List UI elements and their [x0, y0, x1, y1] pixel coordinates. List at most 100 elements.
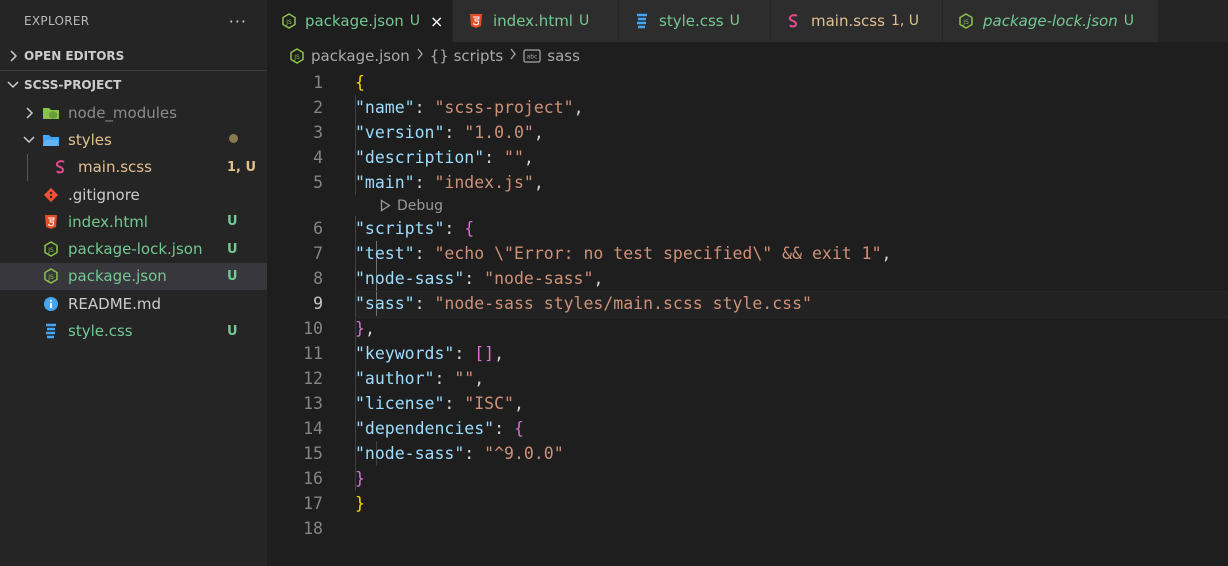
breadcrumb-scripts[interactable]: {} scripts	[430, 47, 503, 65]
project-section[interactable]: SCSS-PROJECT	[0, 71, 267, 99]
svg-text:JS: JS	[47, 247, 54, 254]
tree-item-label: style.css	[68, 322, 133, 341]
chevron-down-icon	[22, 135, 36, 145]
tree-item-main-scss[interactable]: main.scss 1, U	[0, 153, 267, 181]
tree-item-node-modules[interactable]: node_modules	[0, 99, 267, 126]
tree-item-badge: U	[227, 268, 238, 284]
code-line: 3 "version": "1.0.0",	[313, 123, 544, 142]
css3-icon	[633, 12, 651, 30]
code-line-current: 9 "sass": "node-sass styles/main.scss st…	[267, 291, 1228, 318]
tree-item-index-html[interactable]: index.html U	[0, 208, 267, 235]
tab-package-lock-json[interactable]: JS package-lock.json U	[943, 0, 1159, 42]
tree-item-styles[interactable]: styles	[0, 126, 267, 153]
code-line: 14 "dependencies": {	[303, 419, 524, 438]
code-line: 10 },	[303, 319, 375, 338]
tab-package-json[interactable]: JS package.json U ×	[267, 0, 453, 42]
tree-item-gitignore[interactable]: .gitignore	[0, 181, 267, 208]
code-editor[interactable]: 1{ 2 "name": "scss-project", 3 "version"…	[267, 70, 1228, 566]
node-folder-icon	[42, 104, 60, 122]
breadcrumb: JS package.json {} scripts abc sass	[267, 42, 1228, 70]
explorer-title: EXPLORER	[24, 14, 90, 28]
tree-item-style-css[interactable]: style.css U	[0, 317, 267, 344]
close-icon[interactable]: ×	[430, 12, 443, 31]
svg-text:JS: JS	[962, 19, 969, 26]
tab-badge: U	[578, 13, 590, 29]
tree-item-badge: U	[227, 323, 238, 339]
debug-codelens[interactable]: Debug	[267, 195, 1228, 216]
chevron-right-icon	[416, 48, 424, 64]
nodejs-icon: JS	[281, 12, 297, 30]
html5-icon	[467, 12, 485, 30]
modified-dot	[227, 132, 267, 147]
nodejs-icon: JS	[957, 12, 975, 30]
nodejs-icon: JS	[289, 48, 305, 64]
code-line: 7 "test": "echo \"Error: no test specifi…	[313, 244, 892, 263]
tab-style-css[interactable]: style.css U	[619, 0, 771, 42]
svg-text:JS: JS	[47, 274, 54, 281]
tab-badge: 1, U	[890, 13, 920, 29]
tab-badge: U	[729, 13, 740, 29]
scss-icon	[52, 158, 70, 176]
code-line: 2 "name": "scss-project",	[313, 98, 584, 117]
project-label: SCSS-PROJECT	[24, 78, 122, 92]
code-line: 15 "node-sass": "^9.0.0"	[303, 444, 564, 463]
indent-guide	[27, 153, 28, 181]
nodejs-icon: JS	[42, 267, 60, 285]
tree-item-label: .gitignore	[68, 185, 140, 204]
code-line: 5 "main": "index.js",	[313, 173, 544, 192]
tab-label: main.scss	[811, 12, 885, 30]
styles-folder-icon	[42, 131, 60, 149]
tree-item-label: index.html	[68, 212, 148, 231]
more-actions-icon[interactable]: ···	[229, 12, 247, 31]
explorer-sidebar: EXPLORER ··· OPEN EDITORS SCSS-PROJECT n…	[0, 0, 267, 566]
tab-badge: U	[1123, 13, 1134, 29]
string-symbol-icon: abc	[523, 49, 541, 63]
tree-item-badge: U	[227, 241, 238, 257]
open-editors-section[interactable]: OPEN EDITORS	[0, 42, 267, 70]
svg-text:abc: abc	[527, 54, 538, 61]
breadcrumb-file[interactable]: package.json	[311, 47, 410, 65]
info-icon	[42, 295, 60, 313]
tree-item-package-lock-json[interactable]: JS package-lock.json U	[0, 235, 267, 262]
tree-item-label: main.scss	[78, 158, 152, 177]
html5-icon	[42, 213, 60, 231]
code-line: 17}	[303, 494, 365, 513]
tab-label: package-lock.json	[983, 12, 1118, 30]
tab-label: package.json	[305, 12, 404, 30]
code-line: 6 "scripts": {	[313, 219, 475, 238]
tree-item-label: README.md	[68, 294, 162, 313]
tab-label: index.html	[493, 12, 573, 30]
css3-icon	[42, 322, 60, 340]
code-line: 11 "keywords": [],	[303, 344, 505, 363]
code-line: 1{	[313, 73, 365, 92]
chevron-right-icon	[6, 50, 20, 62]
tab-index-html[interactable]: index.html U	[453, 0, 619, 42]
tree-item-readme-md[interactable]: README.md	[0, 290, 267, 317]
explorer-header: EXPLORER ···	[0, 0, 267, 42]
code-line: 12 "author": "",	[303, 369, 485, 388]
tab-main-scss[interactable]: main.scss 1, U	[771, 0, 943, 42]
play-icon	[380, 199, 391, 212]
tree-item-label: styles	[68, 130, 112, 149]
scss-icon	[785, 12, 803, 30]
tree-item-label: package.json	[68, 267, 167, 286]
open-editors-label: OPEN EDITORS	[24, 49, 125, 63]
tab-badge: U	[409, 13, 421, 29]
git-icon	[42, 186, 60, 204]
code-line: 13 "license": "ISC",	[303, 394, 524, 413]
code-line: 18	[303, 519, 323, 538]
chevron-right-icon	[22, 107, 36, 119]
code-line: 8 "node-sass": "node-sass",	[313, 269, 604, 288]
tree-item-badge: U	[227, 214, 238, 230]
tab-label: style.css	[659, 12, 724, 30]
tree-item-package-json[interactable]: JS package.json U	[0, 262, 267, 291]
debug-label: Debug	[397, 197, 444, 214]
editor-tabs: JS package.json U × index.html U style.c…	[267, 0, 1228, 42]
nodejs-icon: JS	[42, 240, 60, 258]
tree-item-label: node_modules	[68, 103, 177, 122]
code-line: 4 "description": "",	[313, 148, 534, 167]
tree-item-label: package-lock.json	[68, 240, 203, 259]
chevron-right-icon	[509, 48, 517, 64]
breadcrumb-sass[interactable]: sass	[547, 47, 580, 65]
tree-item-badge: 1, U	[227, 159, 257, 175]
